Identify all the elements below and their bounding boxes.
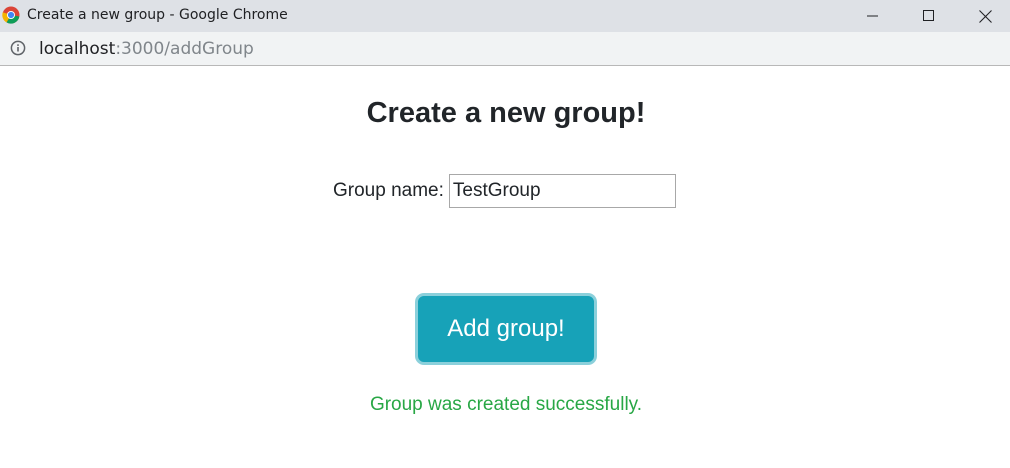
info-icon[interactable] (10, 40, 26, 56)
url-path: :3000/addGroup (115, 39, 254, 59)
window-title: Create a new group - Google Chrome (27, 7, 288, 23)
group-name-label: Group name: (333, 180, 444, 201)
page-content: Create a new group! Group name: Add grou… (0, 66, 1010, 468)
success-message: Group was created successfully. (369, 394, 643, 415)
chrome-logo-icon (2, 6, 20, 24)
minimize-button[interactable] (845, 0, 901, 32)
url-text[interactable]: localhost:3000/addGroup (39, 39, 254, 59)
maximize-button[interactable] (901, 0, 957, 32)
window-titlebar: Create a new group - Google Chrome (0, 0, 1010, 32)
add-group-button[interactable]: Add group! (418, 296, 594, 362)
group-name-row: Group name: (333, 172, 676, 210)
maximize-icon (923, 10, 934, 21)
address-bar[interactable]: localhost:3000/addGroup (0, 32, 1010, 66)
close-icon (978, 9, 992, 23)
page-title: Create a new group! (366, 97, 646, 129)
close-button[interactable] (957, 0, 1010, 32)
group-name-input[interactable] (448, 174, 676, 208)
url-host: localhost (39, 39, 116, 59)
minimize-icon (867, 15, 878, 17)
